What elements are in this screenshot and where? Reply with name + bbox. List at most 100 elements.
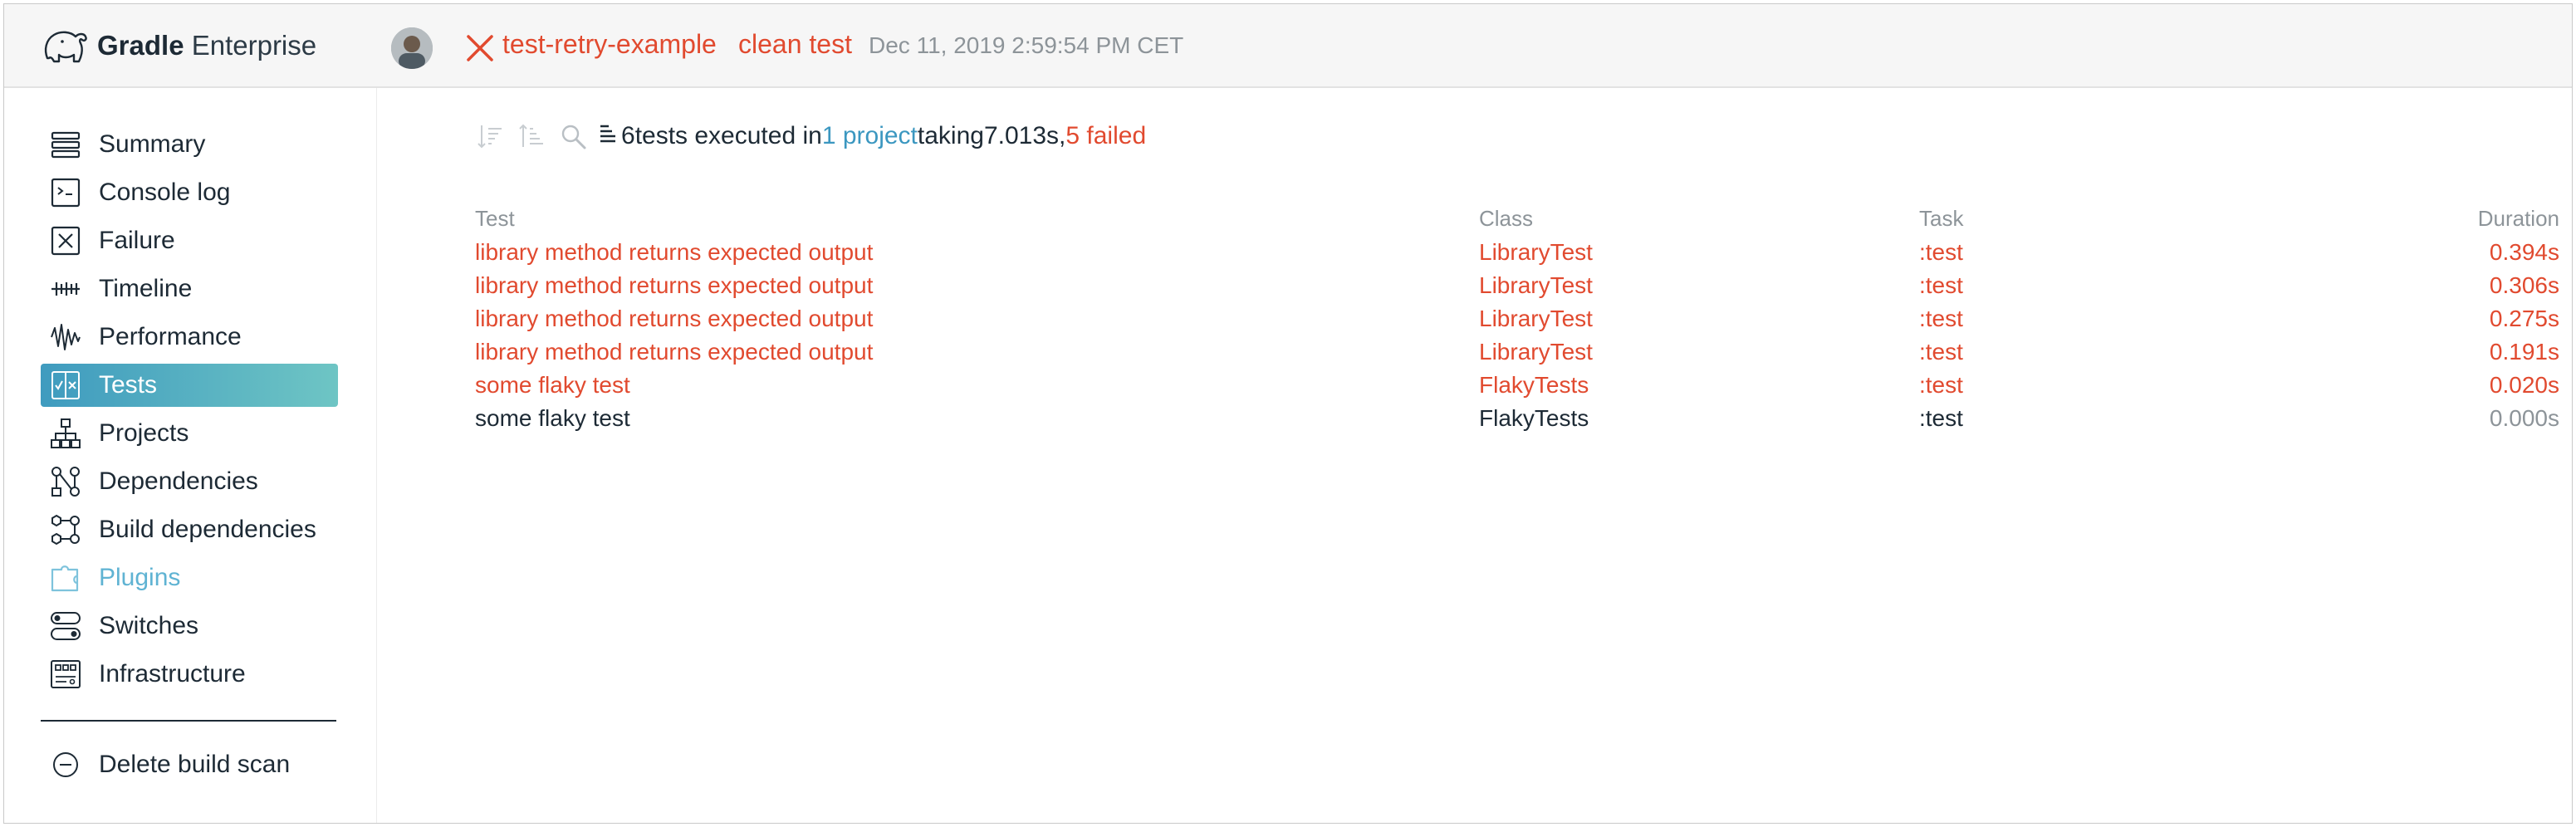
test-duration: 0.275s [2489,306,2559,331]
sidebar-nav: Summary Console log Failure Timeline Per… [4,88,377,823]
test-name[interactable]: library method returns expected output [475,339,873,365]
test-class[interactable]: FlakyTests [1479,372,1589,399]
test-task[interactable]: :test [1919,372,1963,399]
app-frame: Gradle Enterprise test-retry-example cle… [3,3,2573,824]
sidebar-item-label: Failure [99,227,175,254]
test-name[interactable]: library method returns expected output [475,272,873,299]
sidebar-item-switches[interactable]: Switches [41,604,338,648]
test-duration: 0.191s [2489,339,2559,365]
sidebar-item-label: Plugins [99,564,181,591]
test-duration: 0.306s [2489,272,2559,298]
test-task[interactable]: :test [1919,405,1963,432]
failed-count[interactable]: 5 failed [1065,122,1146,150]
sidebar-item-dependencies[interactable]: Dependencies [41,460,338,503]
brand-name: Gradle Enterprise [97,30,317,61]
test-duration: 0.020s [2489,372,2559,398]
table-row[interactable]: library method returns expected output L… [475,239,2559,272]
total-duration: 7.013s [983,122,1060,149]
sidebar-item-label: Performance [99,323,242,350]
tests-panel: 6 tests executed in 1 project taking 7.0… [377,88,2572,823]
test-class[interactable]: LibraryTest [1479,272,1593,299]
minus-circle-icon [49,748,82,781]
test-class[interactable]: LibraryTest [1479,339,1593,365]
sidebar-item-console-log[interactable]: Console log [41,171,338,214]
sidebar-item-projects[interactable]: Projects [41,412,338,455]
table-row[interactable]: some flaky test FlakyTests :test 0.020s [475,372,2559,405]
sidebar-item-label: Tests [99,371,158,399]
sidebar-item-label: Dependencies [99,467,258,495]
test-duration: 0.000s [2489,405,2559,431]
column-header-test[interactable]: Test [475,206,515,232]
sidebar-item-label: Timeline [99,275,193,302]
test-class[interactable]: FlakyTests [1479,405,1589,432]
summary-comma: , [1059,122,1066,149]
user-avatar[interactable] [391,27,433,69]
sort-descending-icon[interactable] [475,121,505,151]
test-name[interactable]: some flaky test [475,372,630,399]
sidebar-item-failure[interactable]: Failure [41,219,338,262]
delete-build-scan-button[interactable]: Delete build scan [41,743,338,786]
sidebar-item-label: Console log [99,179,231,206]
sidebar-item-label: Build dependencies [99,516,316,543]
failure-icon [49,224,82,257]
build-project-name[interactable]: test-retry-example [502,29,717,60]
sidebar-item-performance[interactable]: Performance [41,316,338,359]
sidebar-item-label: Switches [99,612,199,639]
test-name[interactable]: some flaky test [475,405,630,432]
sidebar-item-label: Infrastructure [99,660,246,688]
avatar-image [391,27,433,69]
brand-logo[interactable]: Gradle Enterprise [41,24,316,67]
projects-icon [49,417,82,450]
performance-icon [49,321,82,354]
summary-icon [49,128,82,161]
sidebar-item-plugins[interactable]: Plugins [41,556,338,599]
sidebar-item-infrastructure[interactable]: Infrastructure [41,653,338,696]
timeline-icon [49,272,82,306]
test-name[interactable]: library method returns expected output [475,239,873,266]
build-requested-tasks: clean test [738,29,852,59]
table-row[interactable]: library method returns expected output L… [475,306,2559,339]
test-name[interactable]: library method returns expected output [475,306,873,332]
tests-summary: 6 tests executed in 1 project taking 7.0… [598,121,1146,151]
build-dependencies-icon [49,513,82,546]
sidebar-divider [41,720,336,722]
summary-text-executed: tests executed in [634,122,822,149]
table-row[interactable]: library method returns expected output L… [475,272,2559,306]
sidebar-item-label: Summary [99,130,206,158]
sidebar-item-tests[interactable]: Tests [41,364,338,407]
sidebar-item-timeline[interactable]: Timeline [41,267,338,311]
dependencies-icon [49,465,82,498]
list-icon [598,121,618,151]
column-header-task[interactable]: Task [1919,206,1963,232]
test-task[interactable]: :test [1919,239,1963,266]
gradle-elephant-icon [44,31,87,63]
test-task[interactable]: :test [1919,339,1963,365]
search-icon[interactable] [558,121,588,151]
tests-icon [49,369,82,402]
infrastructure-icon [49,658,82,691]
project-link[interactable]: 1 project [822,122,918,150]
switches-icon [49,609,82,643]
console-icon [49,176,82,209]
test-class[interactable]: LibraryTest [1479,306,1593,332]
tests-toolbar: 6 tests executed in 1 project taking 7.0… [475,118,1146,154]
header-bar: Gradle Enterprise test-retry-example cle… [4,4,2572,88]
column-header-duration[interactable]: Duration [2478,206,2559,232]
table-row[interactable]: library method returns expected output L… [475,339,2559,372]
test-task[interactable]: :test [1919,272,1963,299]
build-date: Dec 11, 2019 2:59:54 PM CET [869,32,1184,58]
build-failed-icon [467,35,493,61]
sidebar-item-build-dependencies[interactable]: Build dependencies [41,508,338,551]
test-task[interactable]: :test [1919,306,1963,332]
summary-text-taking: taking [917,122,984,149]
table-row[interactable]: some flaky test FlakyTests :test 0.000s [475,405,2559,438]
sidebar-item-label: Projects [99,419,189,447]
tests-count: 6 [621,122,635,149]
column-header-class[interactable]: Class [1479,206,1533,232]
plugins-icon [49,561,82,595]
sort-ascending-icon[interactable] [517,121,546,151]
test-class[interactable]: LibraryTest [1479,239,1593,266]
test-duration: 0.394s [2489,239,2559,265]
sidebar-item-summary[interactable]: Summary [41,123,338,166]
delete-build-scan-label: Delete build scan [99,751,291,778]
